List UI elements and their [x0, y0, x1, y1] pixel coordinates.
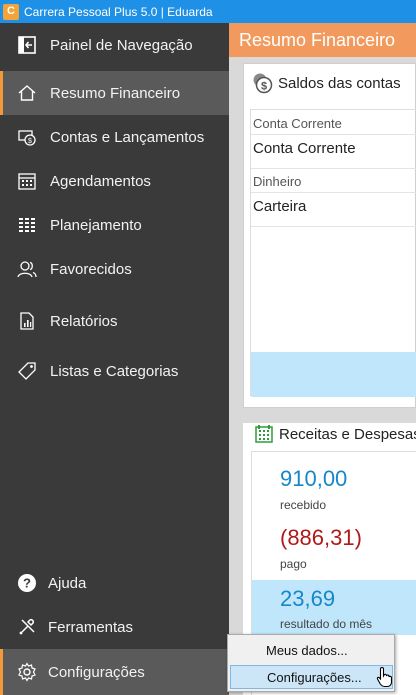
card-title: Receitas e Despesas — [253, 423, 416, 445]
accounts-icon: $ — [16, 126, 38, 148]
sidebar-item-label: Relatórios — [50, 312, 118, 330]
settings-context-menu: Meus dados... Configurações... — [227, 634, 395, 692]
sidebar-item-label: Favorecidos — [50, 260, 132, 278]
group-label: Conta Corrente — [253, 116, 342, 131]
green-grid-icon — [253, 423, 275, 445]
sidebar-item-tools[interactable]: Ferramentas — [0, 605, 229, 649]
svg-text:?: ? — [23, 576, 31, 591]
sidebar-item-navigation-panel[interactable]: Painel de Navegação — [0, 23, 229, 67]
paid-value: (886,31) — [280, 525, 362, 550]
menu-item-settings[interactable]: Configurações... — [230, 665, 393, 689]
page-title: Resumo Financeiro — [229, 23, 416, 57]
home-icon — [16, 82, 38, 104]
main-panel: Resumo Financeiro $ Saldos das contas Co… — [229, 23, 416, 695]
sidebar-item-schedules[interactable]: Agendamentos — [0, 159, 229, 203]
sidebar-item-label: Painel de Navegação — [50, 36, 193, 54]
sidebar-item-financial-summary[interactable]: Resumo Financeiro — [0, 71, 229, 115]
planning-grid-icon — [16, 214, 38, 236]
sidebar-item-label: Planejamento — [50, 216, 142, 234]
report-icon — [16, 310, 38, 332]
panel-collapse-icon — [16, 34, 38, 56]
sidebar-item-accounts[interactable]: $ Contas e Lançamentos — [0, 115, 229, 159]
app-logo-icon: C — [3, 3, 19, 20]
menu-item-label: Meus dados... — [266, 642, 348, 658]
account-balances-card: $ Saldos das contas Conta Corrente Conta… — [243, 63, 416, 408]
income-expenses-title: Receitas e Despesas — [279, 425, 416, 443]
sidebar-item-label: Ajuda — [48, 574, 87, 592]
navigation-sidebar: Painel de Navegação Resumo Financeiro $ … — [0, 23, 229, 695]
sidebar-item-settings[interactable]: Configurações — [0, 649, 229, 695]
sidebar-item-payees[interactable]: Favorecidos — [0, 247, 229, 291]
paid-label: pago — [280, 557, 307, 571]
tag-icon — [16, 360, 38, 382]
title-bar: C Carrera Pessoal Plus 5.0 | Eduarda — [0, 0, 416, 23]
sidebar-item-lists-categories[interactable]: Listas e Categorias — [0, 349, 229, 393]
account-row[interactable]: Carteira — [253, 198, 306, 215]
svg-text:$: $ — [28, 138, 32, 145]
group-label: Dinheiro — [253, 174, 302, 189]
sidebar-item-reports[interactable]: Relatórios — [0, 299, 229, 343]
svg-text:$: $ — [261, 81, 267, 93]
gear-icon — [16, 661, 38, 683]
menu-item-my-data[interactable]: Meus dados... — [230, 638, 393, 662]
received-value: 910,00 — [280, 466, 348, 491]
sidebar-item-label: Agendamentos — [50, 172, 151, 190]
result-value: 23,69 — [280, 586, 336, 611]
sidebar-item-help[interactable]: ? Ajuda — [0, 561, 229, 605]
sidebar-item-label: Listas e Categorias — [50, 362, 179, 380]
card-title: $ Saldos das contas — [252, 72, 401, 94]
sidebar-item-label: Resumo Financeiro — [50, 84, 181, 102]
sidebar-item-label: Contas e Lançamentos — [50, 128, 205, 146]
window-title: Carrera Pessoal Plus 5.0 | Eduarda — [24, 4, 213, 19]
menu-item-label: Configurações... — [267, 669, 362, 685]
sidebar-item-label: Ferramentas — [48, 618, 134, 636]
people-icon — [16, 258, 38, 280]
sidebar-item-planning[interactable]: Planejamento — [0, 203, 229, 247]
tools-icon — [16, 616, 38, 638]
balances-title: Saldos das contas — [278, 74, 401, 92]
hand-cursor-icon — [376, 666, 394, 688]
account-row[interactable]: Conta Corrente — [253, 140, 356, 157]
received-label: recebido — [280, 498, 327, 512]
result-label: resultado do mês — [280, 617, 373, 631]
coins-icon: $ — [252, 72, 274, 94]
calendar-icon — [16, 170, 38, 192]
balances-list: Conta Corrente Conta Corrente Dinheiro C… — [250, 109, 416, 397]
help-icon: ? — [16, 572, 38, 594]
balances-total-row — [251, 352, 416, 397]
sidebar-item-label: Configurações — [48, 663, 145, 681]
